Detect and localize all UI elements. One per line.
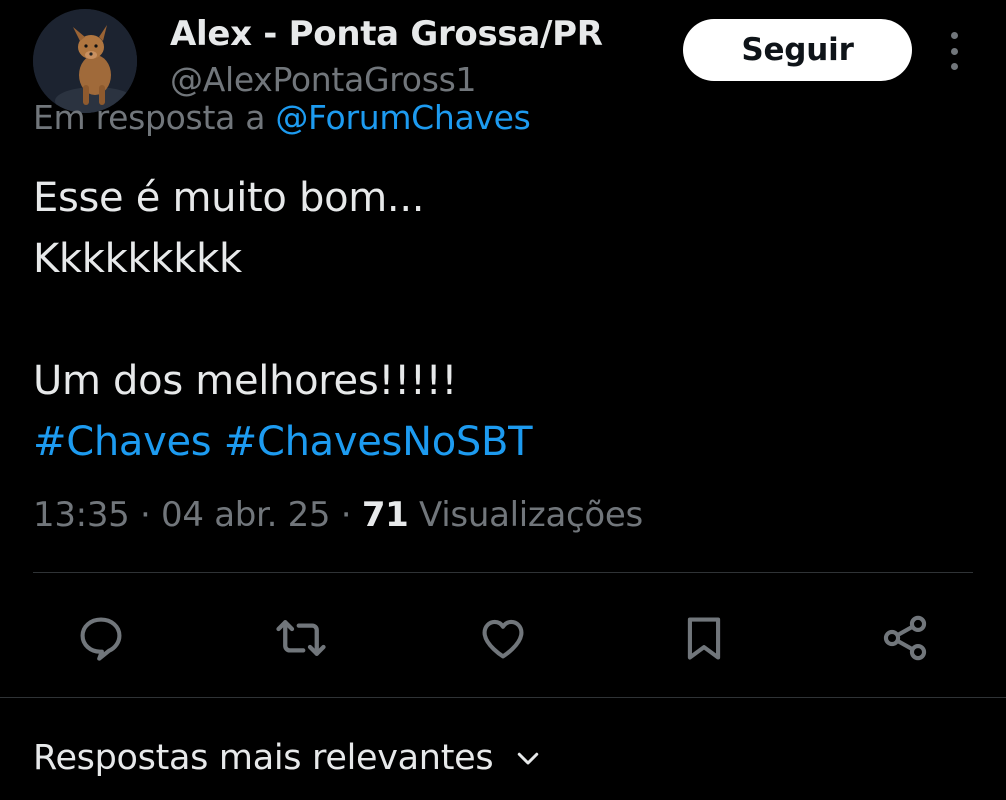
bookmark-icon [687,617,721,660]
hashtag-link[interactable]: #ChavesNoSBT [224,419,533,465]
views-count: 71 [361,495,409,535]
like-button[interactable] [476,611,530,665]
retweet-button[interactable] [274,611,328,665]
share-icon [883,615,927,661]
divider [0,697,1006,698]
tweet-meta: 13:35 · 04 abr. 25 · 71 Visualizações [33,495,643,535]
reply-context: Em resposta a @ForumChaves [33,98,531,137]
tweet-hashtags: #Chaves #ChavesNoSBT [33,412,533,473]
tweet-time[interactable]: 13:35 [33,495,130,535]
replies-sort-label: Respostas mais relevantes [33,738,494,778]
chevron-down-icon [513,743,543,773]
meta-separator: · [340,495,352,535]
reply-icon [80,617,122,661]
author-display-name[interactable]: Alex - Ponta Grossa/PR [170,14,603,54]
replies-sort-dropdown[interactable]: Respostas mais relevantes [33,738,543,778]
reply-prefix: Em resposta a [33,98,266,137]
tweet-line: Um dos melhores!!!!! [33,358,458,404]
heart-icon [482,619,524,659]
tweet-date[interactable]: 04 abr. 25 [161,495,331,535]
tweet-line: Kkkkkkkkk [33,236,242,282]
hashtag-link[interactable]: #Chaves [33,419,212,465]
tweet-text: Esse é muito bom... Kkkkkkkkk Um dos mel… [33,168,533,473]
reply-button[interactable] [74,611,128,665]
reply-mention-link[interactable]: @ForumChaves [275,98,531,137]
divider [33,572,973,573]
follow-button[interactable]: Seguir [683,19,912,81]
author-handle[interactable]: @AlexPontaGross1 [170,60,476,99]
bookmark-button[interactable] [677,611,731,665]
retweet-icon [276,620,326,656]
more-vertical-icon[interactable] [940,32,968,70]
views-label: Visualizações [419,495,643,535]
meta-separator: · [140,495,151,535]
tweet-line: Esse é muito bom... [33,175,425,221]
share-button[interactable] [878,611,932,665]
